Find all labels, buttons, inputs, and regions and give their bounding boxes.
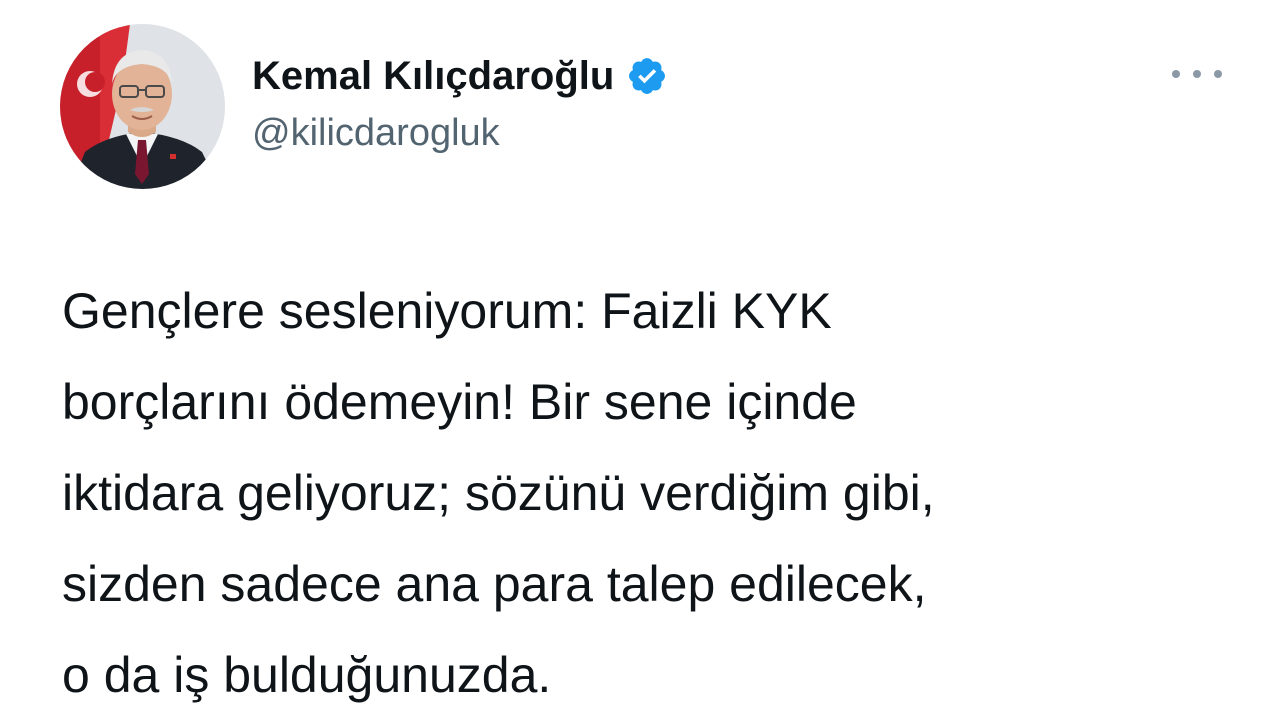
tweet-text-line: borçlarını ödemeyin! Bir sene içinde xyxy=(62,374,857,430)
more-options-icon[interactable] xyxy=(1172,62,1222,86)
tweet-card[interactable]: Kemal Kılıçdaroğlu @kilicdarogluk Gençle… xyxy=(0,0,1284,722)
more-dot xyxy=(1172,70,1180,78)
tweet-text-line: sizden sadece ana para talep edilecek, xyxy=(62,556,927,612)
tweet-text-line: iktidara geliyoruz; sözünü verdiğim gibi… xyxy=(62,465,935,521)
more-dot xyxy=(1214,70,1222,78)
avatar-image xyxy=(60,24,225,189)
more-dot xyxy=(1193,70,1201,78)
author-name-row: Kemal Kılıçdaroğlu xyxy=(252,50,668,102)
author-display-name[interactable]: Kemal Kılıçdaroğlu xyxy=(252,54,614,99)
tweet-text: Gençlere sesleniyorum: Faizli KYK borçla… xyxy=(62,266,1252,721)
verified-badge-icon xyxy=(629,58,666,94)
author-handle[interactable]: @kilicdarogluk xyxy=(252,112,500,155)
tweet-text-line: Gençlere sesleniyorum: Faizli KYK xyxy=(62,283,832,339)
avatar[interactable] xyxy=(60,24,225,189)
tweet-text-line: o da iş bulduğunuzda. xyxy=(62,647,552,703)
